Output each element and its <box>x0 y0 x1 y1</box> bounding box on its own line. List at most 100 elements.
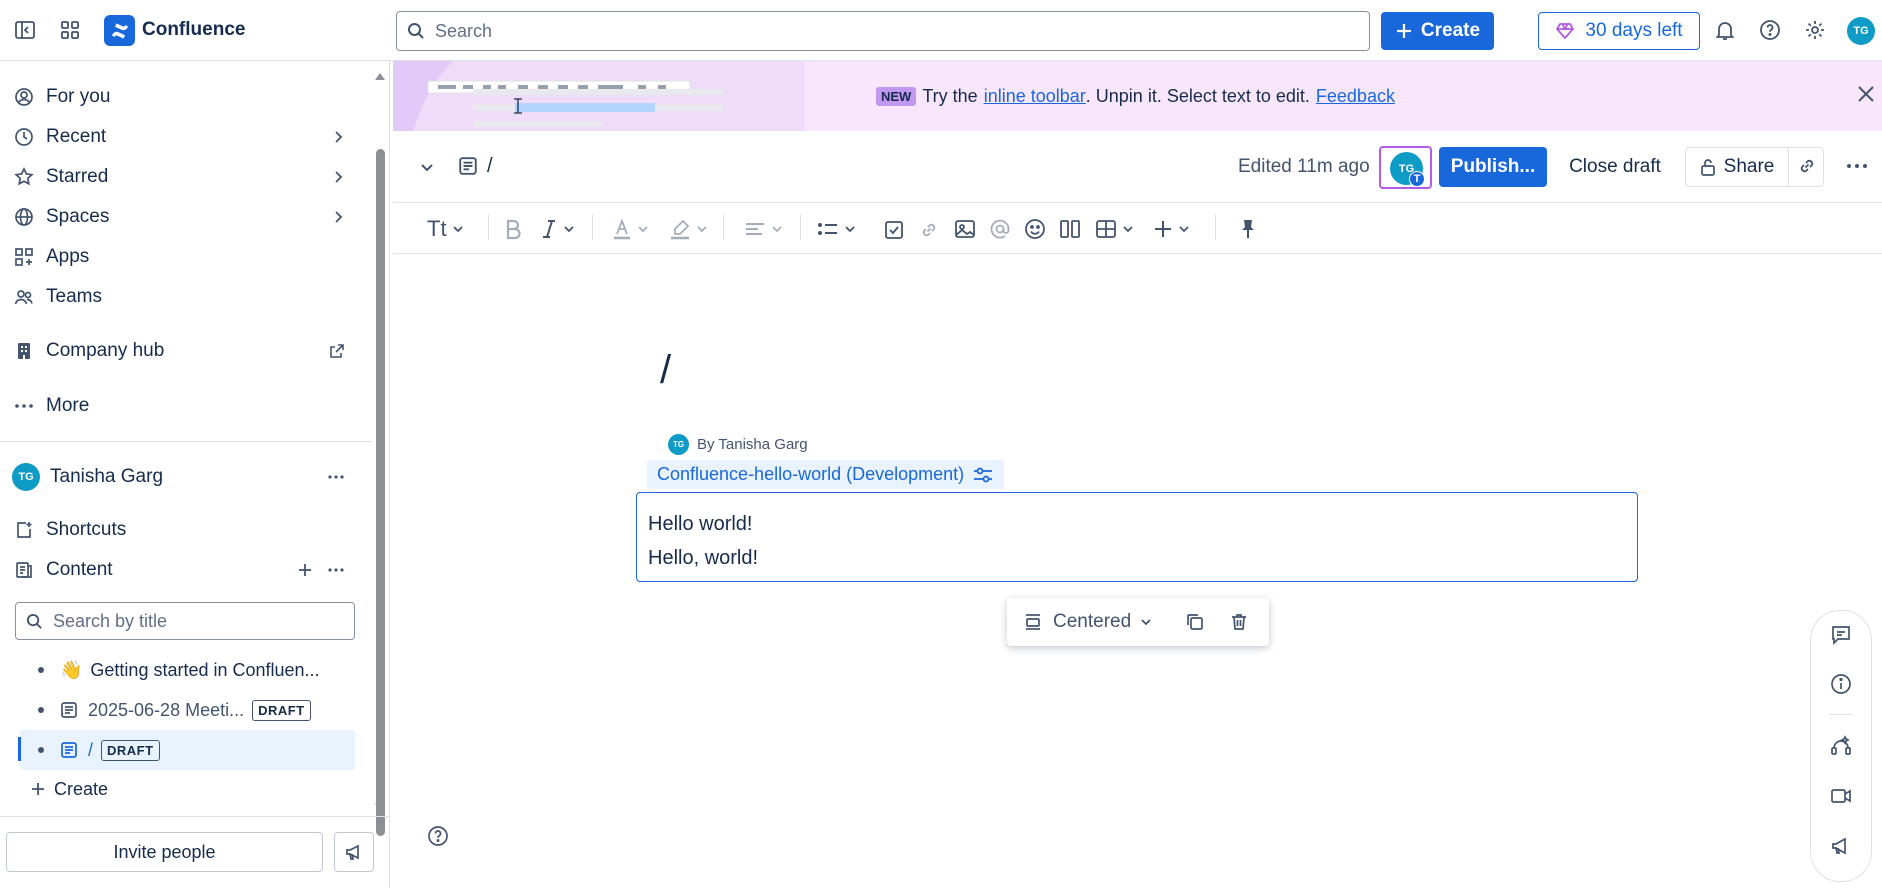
sidebar-item-more[interactable]: More <box>12 388 357 424</box>
close-draft-button[interactable]: Close draft <box>1560 147 1670 187</box>
sidebar-item-starred[interactable]: Starred <box>12 159 357 195</box>
more-dots-icon <box>12 394 36 418</box>
bold-icon[interactable] <box>503 215 523 243</box>
search-placeholder: Search <box>435 20 493 41</box>
help-circle-icon[interactable] <box>427 825 449 847</box>
chevron-right-icon[interactable] <box>331 130 345 144</box>
sidebar-scroll-thumb[interactable] <box>376 149 385 836</box>
sidebar-item-shortcuts[interactable]: Shortcuts <box>12 512 357 548</box>
search-input[interactable]: Search <box>396 11 1370 51</box>
pin-toolbar-icon[interactable] <box>1238 215 1258 243</box>
sidebar-item-label: Recent <box>46 126 107 147</box>
sidebar-toggle-icon[interactable] <box>11 16 39 44</box>
sidebar-item-for-you[interactable]: For you <box>12 79 357 115</box>
copy-link-icon[interactable] <box>1797 156 1817 176</box>
task-checkbox-icon[interactable] <box>884 215 904 243</box>
chevron-right-icon[interactable] <box>331 210 345 224</box>
help-icon[interactable] <box>1756 16 1784 44</box>
sidebar-item-content[interactable]: Content <box>12 552 357 588</box>
mention-icon[interactable] <box>989 215 1011 243</box>
sidebar-user-row[interactable]: TG Tanisha Garg <box>12 459 357 495</box>
image-icon[interactable] <box>954 215 976 243</box>
code-line: Hello world! <box>648 513 753 535</box>
tree-bullet <box>38 667 44 673</box>
create-button[interactable]: Create <box>1381 12 1494 50</box>
link-icon[interactable] <box>919 215 939 243</box>
space-settings-sliders-icon[interactable] <box>972 465 994 485</box>
sidebar-item-recent[interactable]: Recent <box>12 119 357 155</box>
chevron-right-icon[interactable] <box>331 170 345 184</box>
announcement-megaphone-icon[interactable] <box>334 832 374 872</box>
highlight-dropdown[interactable] <box>669 215 709 243</box>
list-dropdown[interactable] <box>817 215 857 243</box>
page-title[interactable]: / <box>660 348 671 393</box>
tree-item[interactable]: 👋 Getting started in Confluen... <box>20 651 355 689</box>
sidebar-item-label: Apps <box>46 246 90 267</box>
alignment-dropdown[interactable]: Centered <box>1053 611 1153 633</box>
app-switcher-icon[interactable] <box>56 16 84 44</box>
sidebar-item-label: Company hub <box>46 340 165 361</box>
user-avatar[interactable]: TG <box>1847 17 1875 45</box>
content-pages-icon <box>12 558 36 582</box>
close-banner-icon[interactable] <box>1857 85 1875 103</box>
divider <box>1829 714 1853 715</box>
sidebar-item-company-hub[interactable]: Company hub <box>12 333 357 369</box>
italic-icon <box>540 218 558 240</box>
invite-people-button[interactable]: Invite people <box>6 832 323 872</box>
inline-toolbar-link[interactable]: inline toolbar <box>984 86 1086 107</box>
insert-dropdown[interactable] <box>1153 215 1191 243</box>
external-link-icon[interactable] <box>329 343 345 359</box>
plus-icon <box>1395 22 1413 40</box>
app-name[interactable]: Confluence <box>142 19 245 41</box>
collapse-chevron-down-icon[interactable] <box>418 158 436 176</box>
search-by-title-input[interactable]: Search by title <box>15 602 355 640</box>
sidebar: For you Recent Starred Spaces Apps Teams… <box>0 61 390 888</box>
code-block[interactable]: Hello world! Hello, world! <box>636 492 1638 582</box>
megaphone-icon[interactable] <box>1828 833 1854 859</box>
add-content-plus-icon[interactable] <box>297 562 313 578</box>
new-tag: NEW <box>876 87 917 106</box>
search-icon <box>407 22 425 40</box>
trial-button[interactable]: 30 days left <box>1538 12 1700 50</box>
comment-icon[interactable] <box>1828 622 1854 648</box>
tree-item[interactable]: 2025-06-28 Meeti... DRAFT <box>20 691 355 729</box>
publish-button[interactable]: Publish... <box>1439 147 1547 187</box>
sidebar-item-teams[interactable]: Teams <box>12 279 357 315</box>
text-color-dropdown[interactable] <box>612 215 650 243</box>
tree-bullet <box>38 747 44 753</box>
breadcrumb-page-title[interactable]: / <box>487 155 493 178</box>
alignment-dropdown[interactable] <box>744 215 784 243</box>
table-dropdown[interactable] <box>1095 215 1135 243</box>
emoji-icon[interactable] <box>1024 215 1046 243</box>
share-button[interactable]: Share <box>1686 148 1788 186</box>
notifications-bell-icon[interactable] <box>1711 16 1739 44</box>
tree-item-selected[interactable]: / DRAFT <box>20 731 355 769</box>
layouts-columns-icon[interactable] <box>1059 215 1081 243</box>
copy-icon[interactable] <box>1185 612 1205 632</box>
video-camera-icon[interactable] <box>1828 783 1854 809</box>
ai-sparkle-icon[interactable] <box>1828 733 1854 759</box>
confluence-logo-icon[interactable] <box>104 15 135 46</box>
toolbar-divider <box>800 214 801 240</box>
search-icon <box>26 613 43 630</box>
tree-bullet <box>38 707 44 713</box>
text-style-dropdown[interactable]: Tt <box>427 215 465 243</box>
delete-trash-icon[interactable] <box>1229 612 1249 632</box>
sidebar-item-spaces[interactable]: Spaces <box>12 199 357 235</box>
text-style-label: Tt <box>427 216 447 241</box>
more-dots-icon[interactable] <box>327 561 345 579</box>
tree-create-button[interactable]: Create <box>30 771 375 807</box>
apps-grid-icon <box>12 245 36 269</box>
tree-item-label: Getting started in Confluen... <box>90 659 320 680</box>
page-icon <box>60 701 78 719</box>
italic-dropdown[interactable] <box>540 215 576 243</box>
settings-gear-icon[interactable] <box>1801 16 1829 44</box>
more-dots-icon[interactable] <box>327 468 345 486</box>
sidebar-item-apps[interactable]: Apps <box>12 239 357 275</box>
clock-icon <box>12 125 36 149</box>
more-actions-dots-icon[interactable] <box>1846 156 1868 176</box>
feedback-link[interactable]: Feedback <box>1316 86 1395 107</box>
diamond-icon <box>1555 21 1575 41</box>
info-icon[interactable] <box>1828 671 1854 697</box>
space-chip[interactable]: Confluence-hello-world (Development) <box>647 460 1005 489</box>
